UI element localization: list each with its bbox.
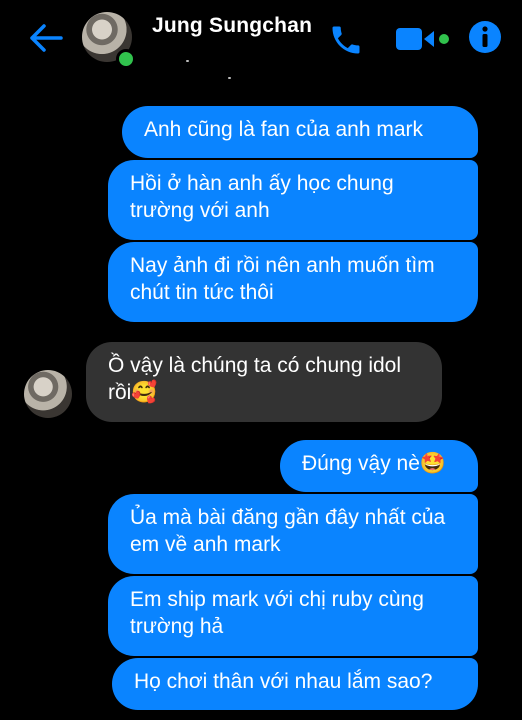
contact-name[interactable]: Jung Sungchan [152,14,312,38]
chat-header: Jung Sungchan [0,0,522,80]
info-icon[interactable] [468,20,502,54]
phone-icon[interactable] [328,22,364,58]
header-speck [228,77,231,79]
message-bubble-outgoing[interactable]: Hồi ở hàn anh ấy học chung trường với an… [108,160,478,240]
video-camera-icon[interactable] [396,26,452,52]
message-bubble-outgoing[interactable]: Nay ảnh đi rồi nên anh muốn tìm chút tin… [108,242,478,322]
message-bubble-incoming[interactable]: Ồ vậy là chúng ta có chung idol rồi🥰 [86,342,442,422]
message-bubble-outgoing[interactable]: Họ chơi thân với nhau lắm sao? [112,658,478,710]
message-bubble-outgoing[interactable]: Em ship mark với chị ruby cùng trường hả [108,576,478,656]
message-bubble-outgoing[interactable]: Ủa mà bài đăng gần đây nhất của em về an… [108,494,478,574]
back-arrow-icon[interactable] [28,22,64,54]
header-speck [186,60,189,62]
online-status-dot [116,49,136,69]
contact-avatar-small[interactable] [24,370,72,418]
message-bubble-outgoing[interactable]: Đúng vậy nè🤩 [280,440,478,492]
message-bubble-outgoing[interactable]: Anh cũng là fan của anh mark [122,106,478,158]
